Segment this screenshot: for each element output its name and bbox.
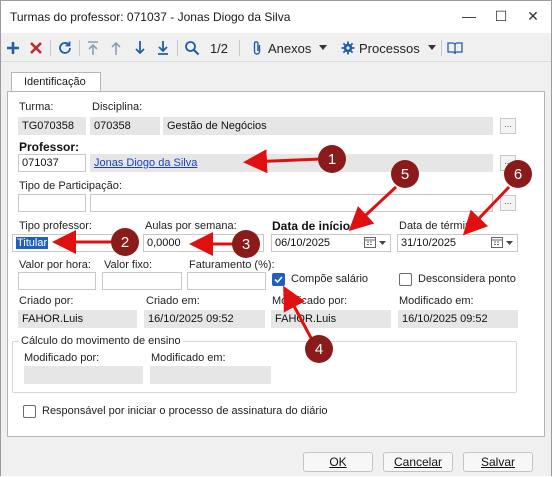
modificado-por-label: Modificado por: <box>272 295 348 307</box>
aulas-por-semana-field[interactable]: 0,0000 <box>143 234 264 252</box>
chevron-down-icon[interactable] <box>427 39 437 57</box>
close-button[interactable]: ✕ <box>523 6 543 26</box>
data-inicio-value: 06/10/2025 <box>275 237 331 249</box>
next-icon[interactable] <box>132 39 148 57</box>
toolbar-separator <box>177 40 178 56</box>
compoe-salario-label: Compõe salário <box>291 273 369 285</box>
modificado-em-field: 16/10/2025 09:52 <box>398 310 518 328</box>
first-icon[interactable] <box>85 39 101 57</box>
previous-icon[interactable] <box>108 39 124 57</box>
criado-em-label: Criado em: <box>146 295 200 307</box>
turma-label: Turma: <box>19 101 54 113</box>
tipo-participacao-label: Tipo de Participação: <box>19 180 122 192</box>
aulas-por-semana-label: Aulas por semana: <box>145 220 237 232</box>
page-indicator: 1/2 <box>209 40 229 56</box>
valor-por-hora-label: Valor por hora: <box>19 259 91 271</box>
toolbar-separator <box>50 40 51 56</box>
responsavel-label: Responsável por iniciar o processo de as… <box>42 405 328 417</box>
valor-fixo-field[interactable] <box>102 272 182 290</box>
tab-identificacao[interactable]: Identificação <box>11 72 101 92</box>
calculo-title: Cálculo do movimento de ensino <box>19 335 183 347</box>
toolbar-separator <box>441 40 442 56</box>
data-termino-label: Data de término <box>399 220 478 232</box>
cancelar-button[interactable]: Cancelar <box>383 452 453 472</box>
tipo-participacao-code-field[interactable] <box>18 194 86 212</box>
modificado-em-label: Modificado em: <box>399 295 474 307</box>
calendar-icon[interactable] <box>364 237 388 252</box>
calculo-modificado-por-label: Modificado por: <box>24 352 100 364</box>
window-title: Turmas do professor: 071037 - Jonas Diog… <box>10 10 291 24</box>
attachment-icon[interactable] <box>249 39 265 57</box>
tipo-participacao-name-field <box>90 194 493 212</box>
ok-button[interactable]: OK <box>303 452 373 472</box>
data-inicio-label: Data de início <box>272 219 351 233</box>
valor-fixo-label: Valor fixo: <box>104 259 153 271</box>
turma-field[interactable]: TG070358 <box>18 117 86 135</box>
add-icon[interactable] <box>5 39 21 57</box>
responsavel-checkbox[interactable] <box>23 405 36 418</box>
dialog-window: Turmas do professor: 071037 - Jonas Diog… <box>0 0 552 476</box>
desconsidera-ponto-checkbox[interactable] <box>399 273 412 286</box>
compoe-salario-checkbox[interactable] <box>272 273 285 286</box>
last-icon[interactable] <box>155 39 171 57</box>
professor-name-link[interactable]: Jonas Diogo da Silva <box>94 157 197 169</box>
tipo-participacao-lookup-button[interactable]: ... <box>500 195 516 211</box>
faturamento-field[interactable] <box>187 272 266 290</box>
calculo-modificado-em-label: Modificado em: <box>151 352 226 364</box>
toolbar: 1/2 Anexos Processos <box>1 34 551 62</box>
professor-lookup-button[interactable]: ... <box>500 155 516 171</box>
tipo-professor-label: Tipo professor: <box>19 220 92 232</box>
criado-em-field: 16/10/2025 09:52 <box>144 310 265 328</box>
disciplina-code-field[interactable]: 070358 <box>90 117 160 135</box>
book-icon[interactable] <box>446 39 464 57</box>
title-bar: Turmas do professor: 071037 - Jonas Diog… <box>1 1 551 33</box>
tipo-professor-value: Titular <box>16 237 49 249</box>
valor-por-hora-field[interactable] <box>18 272 96 290</box>
desconsidera-ponto-label: Desconsidera ponto <box>418 273 516 285</box>
disciplina-lookup-button[interactable]: ... <box>500 118 516 134</box>
delete-icon[interactable] <box>28 39 44 57</box>
search-icon[interactable] <box>183 39 201 57</box>
ok-label: OK <box>329 455 347 469</box>
professor-name-field: Jonas Diogo da Silva <box>90 154 493 172</box>
professor-label: Professor: <box>19 140 80 154</box>
processos-menu[interactable]: Processos <box>359 39 421 57</box>
tipo-professor-field[interactable]: Titular <box>12 234 135 252</box>
dialog-footer: OK Cancelar Salvar <box>1 438 551 476</box>
disciplina-label: Disciplina: <box>92 101 143 113</box>
toolbar-separator <box>79 40 80 56</box>
maximize-button[interactable]: ☐ <box>491 6 511 26</box>
chevron-down-icon[interactable] <box>318 39 328 57</box>
refresh-icon[interactable] <box>56 39 74 57</box>
data-termino-value: 31/10/2025 <box>401 237 457 249</box>
disciplina-name-field: Gestão de Negócios <box>163 117 493 135</box>
anexos-menu[interactable]: Anexos <box>268 39 314 57</box>
calendar-icon[interactable] <box>491 237 515 252</box>
modificado-por-field: FAHOR.Luis <box>271 310 391 328</box>
toolbar-separator <box>239 40 240 56</box>
cancelar-label: Cancelar <box>393 455 443 469</box>
criado-por-label: Criado por: <box>19 295 74 307</box>
calculo-modificado-por-field <box>24 366 143 384</box>
faturamento-label: Faturamento (%): <box>189 259 275 271</box>
criado-por-field: FAHOR.Luis <box>18 310 137 328</box>
minimize-button[interactable]: — <box>459 6 479 26</box>
salvar-label: Salvar <box>480 455 515 469</box>
professor-code-field[interactable]: 071037 <box>18 154 86 172</box>
gear-icon[interactable] <box>340 39 356 57</box>
calculo-modificado-em-field <box>150 366 271 384</box>
salvar-button[interactable]: Salvar <box>463 452 533 472</box>
